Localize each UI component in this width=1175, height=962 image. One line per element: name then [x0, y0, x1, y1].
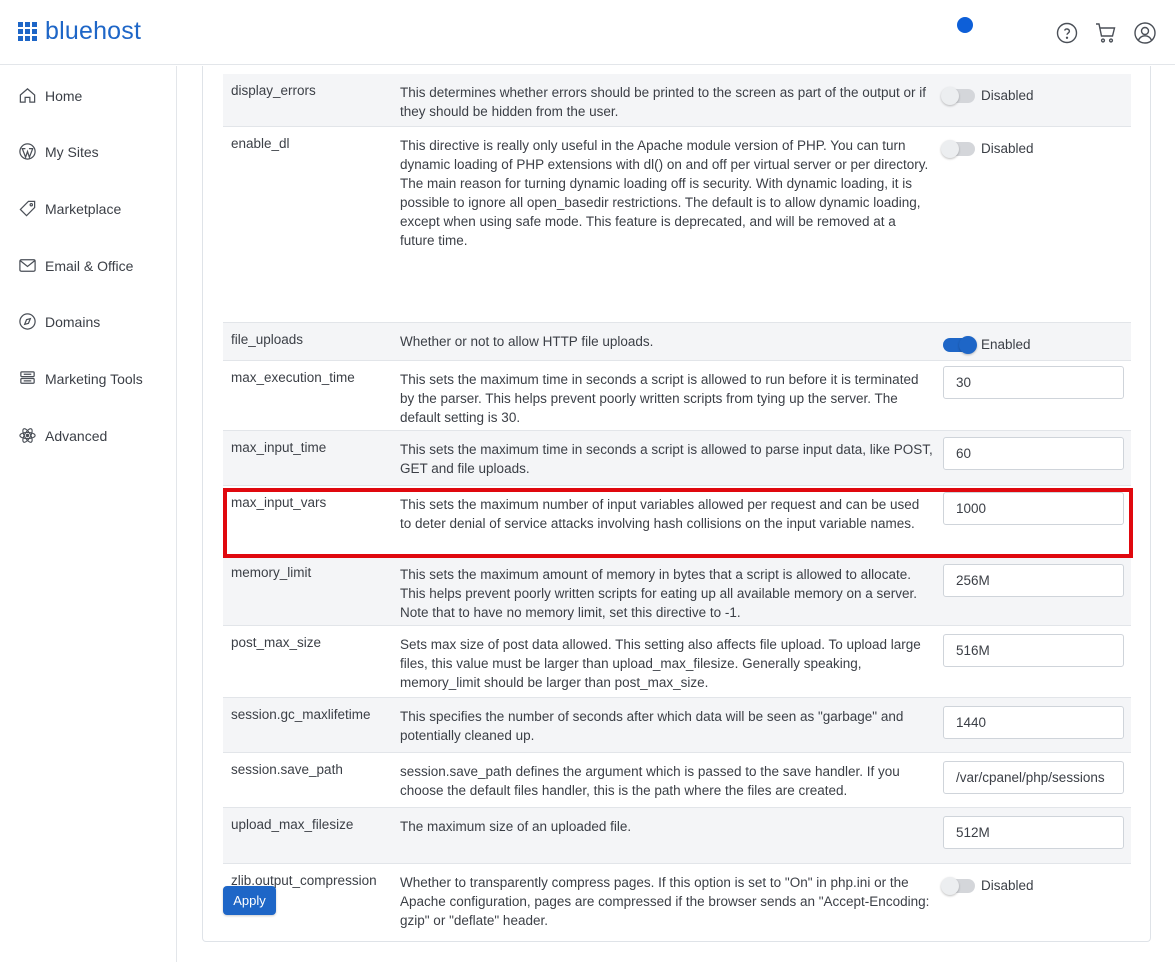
php-settings-card: display_errors This determines whether e… [202, 66, 1151, 942]
memory-limit-input[interactable] [943, 564, 1124, 597]
table-row: upload_max_filesize The maximum size of … [223, 808, 1131, 864]
toggle-switch[interactable] [941, 139, 975, 158]
notification-dot [957, 17, 973, 33]
table-row: post_max_size Sets max size of post data… [223, 626, 1131, 698]
directive-name: enable_dl [231, 136, 290, 151]
home-icon [19, 88, 36, 103]
user-icon[interactable] [1133, 21, 1157, 45]
sidebar-item-marketplace[interactable]: Marketplace [18, 199, 121, 218]
directive-description: This sets the maximum number of input va… [400, 497, 920, 531]
compass-icon [19, 313, 36, 330]
directive-name: max_execution_time [231, 370, 355, 385]
sidebar-item-label: Domains [45, 313, 101, 330]
sidebar-item-label: Home [45, 87, 83, 104]
max-input-time-input[interactable] [943, 437, 1124, 470]
table-row: max_input_vars This sets the maximum num… [223, 486, 1131, 556]
wordpress-icon [19, 143, 36, 160]
display-errors-toggle[interactable]: Disabled [941, 86, 1034, 105]
upload-max-filesize-input[interactable] [943, 816, 1124, 849]
bluehost-logo[interactable]: bluehost [18, 17, 141, 46]
max-input-vars-input[interactable] [943, 492, 1124, 525]
atom-icon [19, 428, 36, 443]
directive-description: Whether to transparently compress pages.… [400, 875, 930, 928]
toggle-label: Disabled [981, 878, 1034, 893]
table-row: enable_dl This directive is really only … [223, 127, 1131, 323]
enable-dl-toggle[interactable]: Disabled [941, 139, 1034, 158]
directive-name: memory_limit [231, 565, 312, 580]
directive-description: Whether or not to allow HTTP file upload… [400, 334, 654, 349]
cart-icon[interactable] [1094, 21, 1118, 45]
session-save-path-input[interactable] [943, 761, 1124, 794]
top-header: bluehost [0, 0, 1175, 65]
table-row: max_execution_time This sets the maximum… [223, 361, 1131, 431]
toggle-switch[interactable] [941, 876, 975, 895]
sidebar-item-domains[interactable]: Domains [18, 312, 100, 331]
table-row: file_uploads Whether or not to allow HTT… [223, 323, 1131, 361]
directive-description: This directive is really only useful in … [400, 138, 929, 248]
directive-name: post_max_size [231, 635, 322, 650]
sidebar-item-label: Marketplace [45, 200, 122, 217]
directive-description: The maximum size of an uploaded file. [400, 819, 632, 834]
help-icon[interactable] [1055, 21, 1079, 45]
table-row: display_errors This determines whether e… [223, 74, 1131, 127]
sidebar: Home My Sites Marketplace Email & Office… [0, 66, 177, 962]
logo-grid-icon [18, 22, 37, 41]
toggle-switch[interactable] [941, 86, 975, 105]
directive-name: upload_max_filesize [231, 817, 354, 832]
table-row: session.save_path session.save_path defi… [223, 753, 1131, 808]
sidebar-item-email-office[interactable]: Email & Office [18, 256, 133, 275]
sidebar-item-label: Marketing Tools [45, 370, 143, 387]
marketing-icon [20, 371, 35, 384]
toggle-switch[interactable] [943, 335, 977, 354]
apply-button[interactable]: Apply [223, 886, 276, 915]
directive-description: This specifies the number of seconds aft… [400, 709, 904, 743]
directive-name: session.gc_maxlifetime [231, 707, 371, 722]
sidebar-item-label: Advanced [45, 427, 108, 444]
directive-name: display_errors [231, 83, 316, 98]
directive-name: file_uploads [231, 332, 304, 347]
sidebar-item-advanced[interactable]: Advanced [18, 426, 107, 445]
file-uploads-toggle[interactable]: Enabled [943, 335, 1031, 354]
directive-description: This sets the maximum time in seconds a … [400, 372, 919, 425]
session-gc-maxlifetime-input[interactable] [943, 706, 1124, 739]
toggle-label: Disabled [981, 88, 1034, 103]
directive-name: session.save_path [231, 762, 343, 777]
mail-icon [19, 259, 36, 272]
zlib-output-compression-toggle[interactable]: Disabled [941, 876, 1034, 895]
sidebar-item-label: My Sites [45, 143, 99, 160]
directive-description: This sets the maximum amount of memory i… [400, 567, 917, 620]
sidebar-item-my-sites[interactable]: My Sites [18, 142, 99, 161]
directive-description: This sets the maximum time in seconds a … [400, 442, 933, 476]
directive-description: Sets max size of post data allowed. This… [400, 637, 921, 690]
sidebar-item-marketing-tools[interactable]: Marketing Tools [18, 369, 143, 388]
table-row: memory_limit This sets the maximum amoun… [223, 556, 1131, 626]
table-row: max_input_time This sets the maximum tim… [223, 431, 1131, 486]
sidebar-item-home[interactable]: Home [18, 86, 82, 105]
directive-name: max_input_time [231, 440, 327, 455]
directive-description: This determines whether errors should be… [400, 85, 927, 119]
directive-name: max_input_vars [231, 495, 327, 510]
table-row: session.gc_maxlifetime This specifies th… [223, 698, 1131, 753]
tag-icon [19, 200, 36, 217]
max-execution-time-input[interactable] [943, 366, 1124, 399]
directive-description: session.save_path defines the argument w… [400, 764, 900, 798]
toggle-label: Enabled [981, 337, 1031, 352]
post-max-size-input[interactable] [943, 634, 1124, 667]
table-row: zlib.output_compression Whether to trans… [223, 864, 1131, 936]
logo-text: bluehost [45, 17, 142, 45]
sidebar-item-label: Email & Office [45, 257, 134, 274]
toggle-label: Disabled [981, 141, 1034, 156]
